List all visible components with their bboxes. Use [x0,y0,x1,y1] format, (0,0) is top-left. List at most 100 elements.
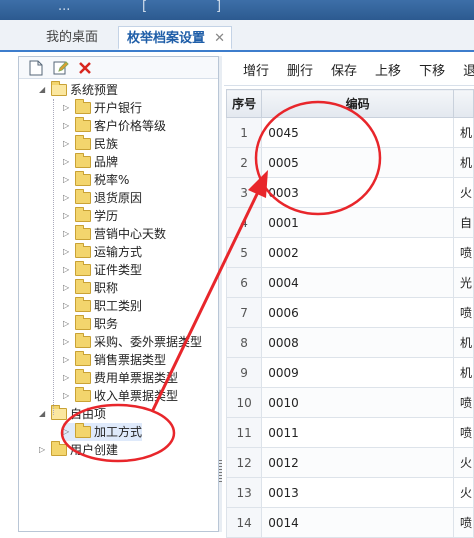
table-row[interactable]: 9 0009 机 [225,357,474,388]
cell-name[interactable]: 光 [453,267,474,298]
cell-seq[interactable]: 8 [225,327,263,358]
save-button[interactable]: 保存 [331,64,357,79]
tree-node-item[interactable]: ▷ 民族 [63,135,118,153]
table-row[interactable]: 1 0045 机 [225,117,474,148]
collapsed-triangle-icon[interactable]: ▷ [63,153,73,171]
new-icon[interactable] [29,60,45,76]
collapsed-triangle-icon[interactable]: ▷ [63,99,73,117]
move-up-button[interactable]: 上移 [375,64,401,79]
table-row[interactable]: 13 0013 火 [225,477,474,508]
cell-name[interactable]: 机 [453,327,474,358]
tree-node-item[interactable]: ▷ 职称 [63,279,118,297]
cell-seq[interactable]: 12 [225,447,263,478]
table-row[interactable]: 5 0002 喷 [225,237,474,268]
cell-code[interactable]: 0001 [261,207,455,238]
cell-name[interactable]: 喷 [453,237,474,268]
tree-node-item[interactable]: ▷ 税率% [63,171,129,189]
cell-code[interactable]: 0045 [261,117,455,148]
cell-seq[interactable]: 6 [225,267,263,298]
tree-node-item[interactable]: ▷ 运输方式 [63,243,142,261]
collapsed-triangle-icon[interactable]: ▷ [63,117,73,135]
add-row-button[interactable]: 增行 [243,64,269,79]
cell-code[interactable]: 0002 [261,237,455,268]
column-header-seq[interactable]: 序号 [225,89,263,118]
cell-code[interactable]: 0014 [261,507,455,538]
cell-name[interactable]: 喷 [453,297,474,328]
cell-code[interactable]: 0010 [261,387,455,418]
cell-name[interactable]: 喷 [453,387,474,418]
collapsed-triangle-icon[interactable]: ▷ [39,441,49,459]
expanded-triangle-icon[interactable]: ◢ [39,81,49,99]
tree-node-system-preset[interactable]: ◢ 系统预置 [39,81,118,99]
table-row[interactable]: 14 0014 喷 [225,507,474,538]
tree-node-item[interactable]: ▷ 证件类型 [63,261,142,279]
table-row[interactable]: 3 0003 火 [225,177,474,208]
cell-name[interactable]: 机 [453,147,474,178]
cell-code[interactable]: 0013 [261,477,455,508]
tree-node-item[interactable]: ▷ 品牌 [63,153,118,171]
collapsed-triangle-icon[interactable]: ▷ [63,351,73,369]
cell-seq[interactable]: 9 [225,357,263,388]
table-row[interactable]: 10 0010 喷 [225,387,474,418]
table-row[interactable]: 11 0011 喷 [225,417,474,448]
table-row[interactable]: 8 0008 机 [225,327,474,358]
cell-name[interactable]: 机 [453,117,474,148]
cell-seq[interactable]: 11 [225,417,263,448]
cell-name[interactable]: 喷 [453,507,474,538]
collapsed-triangle-icon[interactable]: ▷ [63,261,73,279]
cell-name[interactable]: 喷 [453,417,474,448]
tab-my-desktop[interactable]: 我的桌面 [38,26,106,50]
delete-row-button[interactable]: 删行 [287,64,313,79]
expanded-triangle-icon[interactable]: ◢ [39,405,49,423]
cell-name[interactable]: 机 [453,357,474,388]
collapsed-triangle-icon[interactable]: ▷ [63,279,73,297]
tree-node-user-created[interactable]: ▷ 用户创建 [39,441,118,459]
close-icon[interactable]: ✕ [214,27,225,51]
tree-node-free-item[interactable]: ◢ 自由项 [39,405,106,423]
splitter-grip[interactable] [219,460,222,484]
cell-seq[interactable]: 13 [225,477,263,508]
collapsed-triangle-icon[interactable]: ▷ [63,297,73,315]
delete-icon[interactable] [77,60,93,76]
cell-seq[interactable]: 3 [225,177,263,208]
tree-node-item[interactable]: ▷ 销售票据类型 [63,351,166,369]
collapsed-triangle-icon[interactable]: ▷ [63,135,73,153]
cell-name[interactable]: 自 [453,207,474,238]
tab-enum-settings[interactable]: 枚举档案设置 ✕ [118,26,233,51]
table-row[interactable]: 12 0012 火 [225,447,474,478]
table-row[interactable]: 4 0001 自 [225,207,474,238]
collapsed-triangle-icon[interactable]: ▷ [63,189,73,207]
tree-node-item[interactable]: ▷ 职务 [63,315,118,333]
cell-name[interactable]: 火 [453,177,474,208]
cell-code[interactable]: 0011 [261,417,455,448]
collapsed-triangle-icon[interactable]: ▷ [63,207,73,225]
cell-code[interactable]: 0003 [261,177,455,208]
tree-node-item[interactable]: ▷ 费用单票据类型 [63,369,178,387]
tree-node-item[interactable]: ▷ 客户价格等级 [63,117,166,135]
cell-code[interactable]: 0009 [261,357,455,388]
move-down-button[interactable]: 下移 [419,64,445,79]
tree-node-item[interactable]: ▷ 职工类别 [63,297,142,315]
collapsed-triangle-icon[interactable]: ▷ [63,423,73,441]
cell-seq[interactable]: 5 [225,237,263,268]
cell-seq[interactable]: 14 [225,507,263,538]
tree-node-item[interactable]: ▷ 退货原因 [63,189,142,207]
tree-node-item[interactable]: ▷ 收入单票据类型 [63,387,178,405]
tree-node-item[interactable]: ▷ 开户银行 [63,99,142,117]
collapsed-triangle-icon[interactable]: ▷ [63,225,73,243]
column-header-code[interactable]: 编码 [261,89,455,118]
cell-code[interactable]: 0004 [261,267,455,298]
tree-node-item[interactable]: ▷ 营销中心天数 [63,225,166,243]
collapsed-triangle-icon[interactable]: ▷ [63,387,73,405]
cell-code[interactable]: 0006 [261,297,455,328]
edit-icon[interactable] [53,60,69,76]
table-row[interactable]: 7 0006 喷 [225,297,474,328]
cell-seq[interactable]: 2 [225,147,263,178]
cell-code[interactable]: 0008 [261,327,455,358]
column-header-name[interactable] [453,89,474,118]
exit-button[interactable]: 退出 [463,64,474,79]
cell-name[interactable]: 火 [453,477,474,508]
cell-seq[interactable]: 7 [225,297,263,328]
collapsed-triangle-icon[interactable]: ▷ [63,369,73,387]
collapsed-triangle-icon[interactable]: ▷ [63,243,73,261]
